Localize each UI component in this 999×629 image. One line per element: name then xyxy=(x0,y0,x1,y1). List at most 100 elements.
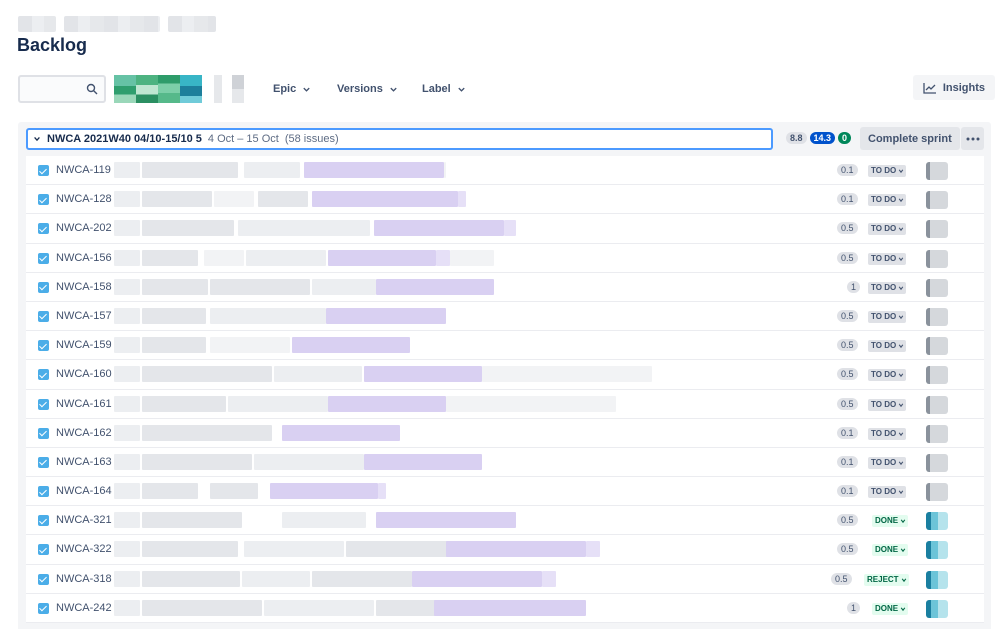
issue-key[interactable]: NWCA-318 xyxy=(56,573,112,585)
issue-key[interactable]: NWCA-157 xyxy=(56,310,112,322)
issue-key[interactable]: NWCA-242 xyxy=(56,602,112,614)
status-dropdown[interactable]: DONE xyxy=(872,544,909,557)
avatar[interactable] xyxy=(926,570,948,589)
status-label: DONE xyxy=(875,516,899,526)
issue-key[interactable]: NWCA-322 xyxy=(56,543,112,555)
story-points-badge: 0.1 xyxy=(837,485,858,498)
search-field[interactable] xyxy=(18,75,106,103)
complete-sprint-button[interactable]: Complete sprint xyxy=(860,127,960,150)
issue-key[interactable]: NWCA-202 xyxy=(56,222,112,234)
status-dropdown[interactable]: DONE xyxy=(872,515,909,528)
avatar[interactable] xyxy=(158,75,180,103)
issue-row[interactable]: NWCA-160 0.5 TO DO xyxy=(26,360,984,390)
more-actions-button[interactable] xyxy=(961,127,984,150)
breadcrumb[interactable] xyxy=(18,16,216,32)
avatar[interactable] xyxy=(926,307,948,326)
issue-row[interactable]: NWCA-119 0.1 TO DO xyxy=(26,156,984,186)
issue-row[interactable]: NWCA-164 0.1 TO DO xyxy=(26,477,984,507)
avatar[interactable] xyxy=(926,162,948,180)
status-dropdown[interactable]: TO DO xyxy=(868,340,907,353)
task-checkbox-icon xyxy=(38,515,49,527)
epic-filter[interactable]: Epic xyxy=(273,75,311,103)
issue-key[interactable]: NWCA-128 xyxy=(56,193,112,205)
sprint-header[interactable]: NWCA 2021W40 04/10-15/10 5 4 Oct – 15 Oc… xyxy=(26,128,773,150)
assignee-avatar-filter[interactable] xyxy=(114,75,244,103)
avatar[interactable] xyxy=(926,512,948,531)
redacted-block xyxy=(542,570,556,587)
issue-row[interactable]: NWCA-162 0.1 TO DO xyxy=(26,418,984,448)
avatar[interactable] xyxy=(926,424,948,443)
issue-key[interactable]: NWCA-161 xyxy=(56,398,112,410)
breadcrumb-item-redacted[interactable] xyxy=(168,16,216,32)
status-dropdown[interactable]: REJECT xyxy=(864,573,909,586)
issue-row[interactable]: NWCA-161 0.5 TO DO xyxy=(26,389,984,419)
redacted-block xyxy=(114,512,140,529)
story-points-badge: 0.5 xyxy=(837,514,858,527)
status-dropdown[interactable]: TO DO xyxy=(868,223,907,236)
avatar[interactable] xyxy=(926,483,948,502)
redacted-block xyxy=(242,570,310,587)
avatar[interactable] xyxy=(114,75,136,103)
issue-key[interactable]: NWCA-159 xyxy=(56,339,112,351)
status-dropdown[interactable]: DONE xyxy=(872,602,909,615)
breadcrumb-item-redacted[interactable] xyxy=(64,16,160,32)
status-dropdown[interactable]: TO DO xyxy=(868,369,907,382)
avatar[interactable] xyxy=(926,599,948,618)
avatar[interactable] xyxy=(180,75,202,103)
avatar[interactable] xyxy=(926,278,948,297)
avatar[interactable] xyxy=(926,220,948,239)
redacted-block xyxy=(142,366,272,383)
redacted-block xyxy=(210,483,258,500)
breadcrumb-item-redacted[interactable] xyxy=(18,16,56,32)
issue-key[interactable]: NWCA-164 xyxy=(56,485,112,497)
avatar[interactable] xyxy=(926,337,948,356)
status-dropdown[interactable]: TO DO xyxy=(868,194,907,207)
task-checkbox-icon xyxy=(38,252,49,264)
issue-key[interactable]: NWCA-163 xyxy=(56,456,112,468)
issue-row[interactable]: NWCA-202 0.5 TO DO xyxy=(26,214,984,244)
chevron-down-icon[interactable] xyxy=(33,135,41,143)
issue-key[interactable]: NWCA-160 xyxy=(56,368,112,380)
issue-row[interactable]: NWCA-158 1 TO DO xyxy=(26,272,984,302)
issue-row[interactable]: NWCA-242 1 DONE xyxy=(26,593,984,623)
issue-row[interactable]: NWCA-156 0.5 TO DO xyxy=(26,243,984,273)
redacted-block xyxy=(312,191,458,208)
issue-row[interactable]: NWCA-159 0.5 TO DO xyxy=(26,331,984,361)
issue-key[interactable]: NWCA-156 xyxy=(56,252,112,264)
avatar[interactable] xyxy=(202,75,232,103)
avatar[interactable] xyxy=(926,395,948,414)
status-dropdown[interactable]: TO DO xyxy=(868,427,907,440)
label-filter[interactable]: Label xyxy=(422,75,466,103)
avatar[interactable] xyxy=(926,541,948,560)
status-dropdown[interactable]: TO DO xyxy=(868,281,907,294)
issue-key[interactable]: NWCA-119 xyxy=(56,164,111,176)
issue-key[interactable]: NWCA-158 xyxy=(56,281,112,293)
avatar[interactable] xyxy=(926,453,948,472)
avatar[interactable] xyxy=(136,75,158,103)
status-dropdown[interactable]: TO DO xyxy=(868,165,907,177)
issue-row[interactable]: NWCA-128 0.1 TO DO xyxy=(26,185,984,215)
redacted-block xyxy=(214,191,254,208)
status-dropdown[interactable]: TO DO xyxy=(868,310,907,323)
avatar[interactable] xyxy=(926,249,948,268)
issue-row[interactable]: NWCA-321 0.5 DONE xyxy=(26,506,984,536)
redacted-block xyxy=(364,453,482,470)
issue-row[interactable]: NWCA-163 0.1 TO DO xyxy=(26,447,984,478)
insights-button[interactable]: Insights xyxy=(912,75,995,100)
issue-row[interactable]: NWCA-157 0.5 TO DO xyxy=(26,301,984,332)
avatar[interactable] xyxy=(926,366,948,385)
redacted-block xyxy=(312,570,412,587)
status-dropdown[interactable]: TO DO xyxy=(868,456,907,469)
issue-key[interactable]: NWCA-162 xyxy=(56,427,112,439)
status-dropdown[interactable]: TO DO xyxy=(868,398,907,411)
issue-row[interactable]: NWCA-322 0.5 DONE xyxy=(26,535,984,565)
issue-key[interactable]: NWCA-321 xyxy=(56,514,112,526)
avatar[interactable] xyxy=(926,191,948,210)
status-dropdown[interactable]: TO DO xyxy=(868,252,907,265)
status-dropdown[interactable]: TO DO xyxy=(868,486,907,499)
versions-filter[interactable]: Versions xyxy=(337,75,398,103)
redacted-block xyxy=(114,599,140,616)
redacted-block xyxy=(142,220,234,237)
issue-row[interactable]: NWCA-318 0.5 REJECT xyxy=(26,564,984,594)
avatar[interactable] xyxy=(232,75,244,103)
